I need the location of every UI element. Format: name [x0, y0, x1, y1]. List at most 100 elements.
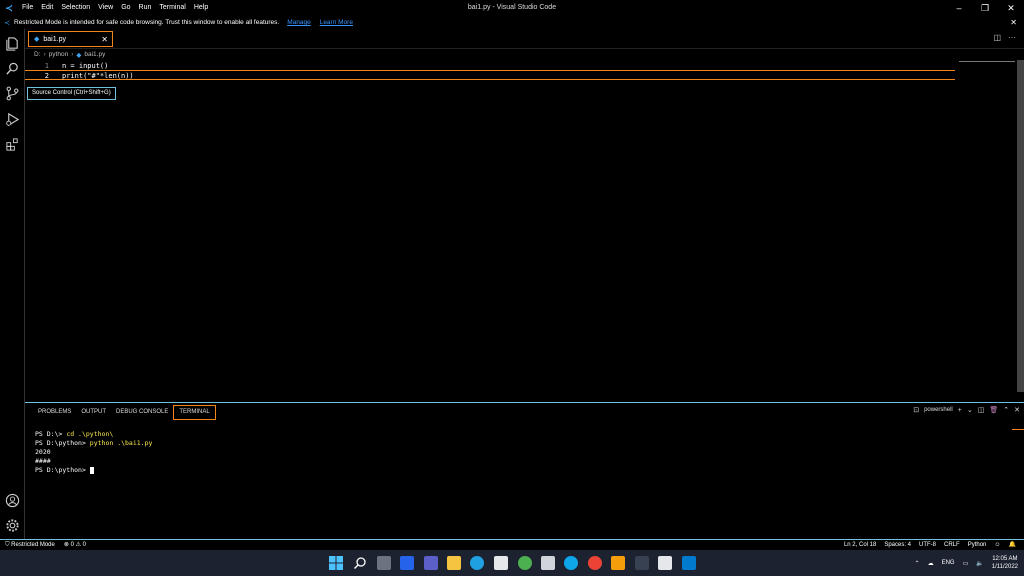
chevron-up-icon[interactable]: ⌃ — [915, 560, 920, 567]
editor-scrollbar[interactable] — [1017, 60, 1024, 392]
source-control-icon[interactable] — [5, 86, 20, 101]
problems-status[interactable]: ⊗ 0 ⚠ 0 — [64, 540, 86, 550]
explorer-icon[interactable] — [5, 36, 20, 51]
editor-actions: ◫ ··· — [993, 33, 1016, 42]
terminal-line: #### — [35, 457, 51, 465]
more-actions-icon[interactable]: ··· — [1008, 33, 1016, 42]
language-indicator[interactable]: ENG — [942, 560, 955, 566]
split-terminal-icon[interactable]: ◫ — [978, 406, 985, 414]
grid-app-icon[interactable] — [541, 556, 555, 570]
settings-gear-icon[interactable] — [5, 518, 20, 533]
code-line-active[interactable]: 2 print("#"*len(n)) — [25, 70, 955, 80]
menu-edit[interactable]: Edit — [37, 0, 57, 16]
breadcrumb: D: › python › ◆ bai1.py — [25, 49, 105, 60]
close-panel-icon[interactable]: ✕ — [1014, 406, 1020, 414]
close-icon[interactable]: ✕ — [998, 0, 1024, 16]
tab-terminal[interactable]: TERMINAL — [173, 405, 216, 420]
shell-name[interactable]: powershell — [924, 407, 953, 413]
menu-selection[interactable]: Selection — [57, 0, 94, 16]
minimap[interactable] — [959, 61, 1015, 62]
restricted-mode-status[interactable]: ⛉ Restricted Mode — [5, 540, 55, 550]
widgets-icon[interactable] — [400, 556, 414, 570]
terminal-scroll-marker — [1012, 429, 1024, 430]
editor-tab-bar: ◆ bai1.py ✕ ◫ ··· — [25, 29, 1024, 49]
terminal-line: PS D:\python> — [35, 466, 152, 475]
tab-output[interactable]: OUTPUT — [76, 405, 111, 420]
snipping-tool-icon[interactable] — [658, 556, 672, 570]
indentation[interactable]: Spaces: 4 — [884, 540, 911, 550]
tab-problems[interactable]: PROBLEMS — [33, 405, 76, 420]
banner-close-icon[interactable]: ✕ — [1010, 16, 1017, 29]
account-icon[interactable] — [5, 493, 20, 508]
sublime-text-icon[interactable] — [611, 556, 625, 570]
search-icon[interactable] — [5, 61, 20, 76]
menu-view[interactable]: View — [94, 0, 117, 16]
breadcrumb-file[interactable]: bai1.py — [84, 51, 105, 58]
tab-close-icon[interactable]: ✕ — [101, 35, 108, 44]
python-file-icon: ◆ — [76, 51, 82, 59]
terminal-line: PS D:\python> python .\bai1.py — [35, 439, 153, 447]
chevron-right-icon: › — [43, 51, 46, 58]
new-terminal-icon[interactable]: + — [958, 407, 962, 414]
maximize-panel-icon[interactable]: ⌃ — [1003, 406, 1009, 414]
line-ending[interactable]: CRLF — [944, 540, 960, 550]
vscode-logo-icon: ≺ — [5, 2, 13, 13]
breadcrumb-folder[interactable]: python — [49, 51, 69, 58]
windows-taskbar: ⌃ ☁ ENG ▭ 🔈 12:05 AM 1/11/2022 — [0, 550, 1024, 576]
manage-link[interactable]: Manage — [287, 19, 311, 26]
terminal-cursor — [89, 466, 94, 474]
green-app-icon[interactable] — [518, 556, 532, 570]
teams-chat-icon[interactable] — [424, 556, 438, 570]
microsoft-store-icon[interactable] — [494, 556, 508, 570]
edge-browser-icon[interactable] — [470, 556, 484, 570]
minimize-icon[interactable]: – — [946, 0, 972, 16]
menu-help[interactable]: Help — [190, 0, 212, 16]
task-view-icon[interactable] — [377, 556, 391, 570]
source-control-tooltip: Source Control (Ctrl+Shift+G) — [27, 87, 116, 100]
status-bar: ⛉ Restricted Mode ⊗ 0 ⚠ 0 Ln 2, Col 18 S… — [0, 539, 1024, 550]
monitor-icon[interactable]: ▭ — [963, 560, 969, 567]
code-editor[interactable]: 1 n = input() 2 print("#"*len(n)) — [25, 60, 1024, 402]
terminal-app-icon[interactable] — [635, 556, 649, 570]
run-debug-icon[interactable] — [5, 112, 20, 127]
split-editor-icon[interactable]: ◫ — [993, 33, 1001, 42]
restore-icon[interactable]: ❐ — [972, 0, 998, 16]
title-bar: ≺ File Edit Selection View Go Run Termin… — [0, 0, 1024, 16]
vscode-small-icon: ≺ — [4, 19, 10, 27]
terminal-icon: ⊡ — [913, 407, 920, 414]
system-tray: ⌃ ☁ ENG ▭ 🔈 12:05 AM 1/11/2022 — [915, 550, 1018, 576]
vscode-taskbar-icon[interactable] — [682, 556, 696, 570]
language-mode[interactable]: Python — [968, 540, 987, 550]
cloud-icon[interactable]: ☁ — [928, 560, 934, 567]
chevron-right-icon: › — [71, 51, 74, 58]
panel-tabs: PROBLEMS OUTPUT DEBUG CONSOLE TERMINAL — [33, 405, 216, 420]
menu-bar: File Edit Selection View Go Run Terminal… — [18, 0, 212, 16]
encoding[interactable]: UTF-8 — [919, 540, 936, 550]
terminal-output[interactable]: PS D:\> cd .\python\ PS D:\python> pytho… — [35, 430, 152, 475]
menu-run[interactable]: Run — [135, 0, 156, 16]
bottom-panel: PROBLEMS OUTPUT DEBUG CONSOLE TERMINAL ⊡… — [25, 402, 1024, 539]
extensions-icon[interactable] — [5, 137, 20, 152]
menu-go[interactable]: Go — [117, 0, 134, 16]
trash-icon[interactable]: 🗑 — [989, 406, 998, 414]
tab-debug-console[interactable]: DEBUG CONSOLE — [111, 405, 173, 420]
learn-more-link[interactable]: Learn More — [320, 19, 353, 26]
clock[interactable]: 12:05 AM 1/11/2022 — [992, 555, 1018, 571]
menu-file[interactable]: File — [18, 0, 37, 16]
tab-bai1-py[interactable]: ◆ bai1.py ✕ — [28, 31, 113, 47]
menu-terminal[interactable]: Terminal — [155, 0, 189, 16]
notifications-bell-icon[interactable]: 🔔 — [1009, 540, 1016, 550]
terminal-line: 2020 — [35, 448, 51, 456]
skype-icon[interactable] — [564, 556, 578, 570]
breadcrumb-drive[interactable]: D: — [34, 51, 41, 58]
chrome-icon[interactable] — [588, 556, 602, 570]
code-text[interactable]: print("#"*len(n)) — [62, 71, 134, 81]
volume-icon[interactable]: 🔈 — [976, 560, 983, 567]
chevron-down-icon[interactable]: ⌄ — [967, 406, 973, 414]
taskbar-search-icon[interactable] — [353, 556, 367, 570]
windows-start-icon[interactable] — [329, 556, 343, 570]
cursor-position[interactable]: Ln 2, Col 18 — [844, 540, 876, 550]
file-explorer-icon[interactable] — [447, 556, 461, 570]
window-controls: – ❐ ✕ — [946, 0, 1024, 16]
feedback-icon[interactable]: ☺ — [994, 540, 1000, 550]
